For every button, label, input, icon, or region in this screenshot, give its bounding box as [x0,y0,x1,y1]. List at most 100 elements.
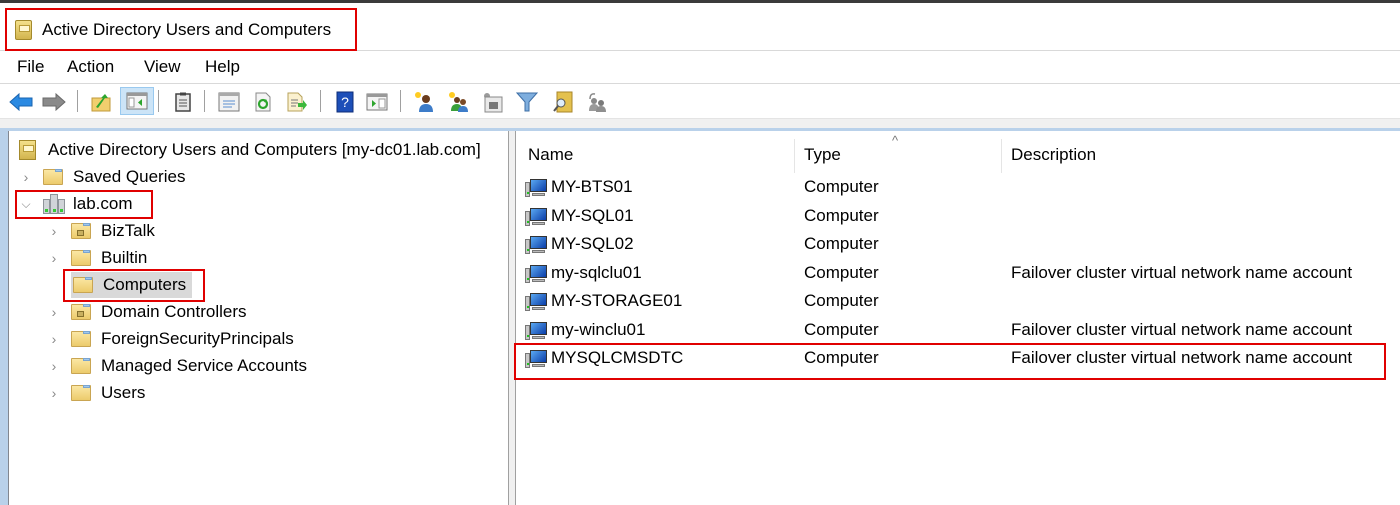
folder-icon [71,385,91,401]
new-group-icon [448,91,468,112]
refresh-button[interactable] [250,89,275,114]
domain-icon [43,194,65,214]
help-button[interactable]: ? [332,89,357,114]
add-to-group-button[interactable] [584,89,609,114]
show-hide-console-tree-button[interactable] [120,87,154,115]
list-header: Name Type ^ Description [516,131,1400,175]
tree-item-domain-controllers[interactable]: › Domain Controllers [47,299,247,325]
column-header-description[interactable]: Description [1011,145,1096,165]
new-user-icon [414,91,433,112]
chevron-right-icon[interactable]: › [47,250,61,266]
chevron-right-icon[interactable]: › [47,358,61,374]
cell-type: Computer [804,177,879,196]
back-arrow-icon [8,92,32,111]
tree-item-foreign-security-principals[interactable]: › ForeignSecurityPrincipals [47,326,294,352]
chevron-right-icon[interactable]: › [47,385,61,401]
chevron-down-icon[interactable]: ⌵ [19,197,33,211]
pane-splitter[interactable] [508,131,516,505]
forward-arrow-icon [42,92,66,111]
new-user-button[interactable] [412,89,437,114]
ou-folder-icon [71,304,91,320]
properties-button[interactable] [216,89,241,114]
toolbar: ? [0,84,1400,119]
tree-item-label: Managed Service Accounts [101,356,308,375]
list-row[interactable]: MY-STORAGE01 Computer [516,287,1400,315]
column-divider[interactable] [794,139,795,173]
left-window-edge [0,131,8,505]
tree-item-label: Users [101,383,146,402]
folder-icon [71,250,91,266]
tree-item-label: Computers [103,275,187,294]
menu-file[interactable]: File [15,57,46,77]
paste-button[interactable] [170,89,195,114]
export-list-icon [287,92,307,111]
menu-bar: File Action View Help [0,51,1400,84]
up-one-level-button[interactable] [88,89,113,114]
menu-action[interactable]: Action [65,57,116,77]
find-icon [552,91,572,112]
computer-icon [525,264,549,283]
list-row[interactable]: MY-SQL01 Computer [516,202,1400,230]
cell-name: my-winclu01 [551,320,646,339]
show-hide-action-pane-button[interactable] [364,89,389,114]
tree-item-managed-service-accounts[interactable]: › Managed Service Accounts [47,353,307,379]
filter-icon [515,92,538,111]
toolbar-bottom-strip [0,119,1400,128]
chevron-right-icon[interactable]: › [47,331,61,347]
chevron-right-icon[interactable]: › [47,223,61,239]
column-divider[interactable] [1001,139,1002,173]
tree-item-label: Builtin [101,248,148,267]
snapin-root-icon [19,140,36,160]
new-ou-icon [483,92,502,112]
folder-icon [71,331,91,347]
tree-root[interactable]: Active Directory Users and Computers [my… [19,137,481,163]
show-hide-action-pane-icon [366,93,387,110]
filter-button[interactable] [514,89,539,114]
menu-help[interactable]: Help [203,57,242,77]
tree-item-saved-queries[interactable]: › Saved Queries [19,164,186,190]
tree-item-builtin[interactable]: › Builtin [47,245,148,271]
chevron-right-icon[interactable]: › [19,169,33,185]
toolbar-separator [400,90,401,112]
chevron-right-icon[interactable]: › [47,304,61,320]
find-button[interactable] [550,89,575,114]
menu-view[interactable]: View [142,57,183,77]
sort-ascending-icon: ^ [892,133,899,148]
cell-type: Computer [804,234,879,253]
tree-item-biztalk[interactable]: › BizTalk [47,218,155,244]
tree-item-label: ForeignSecurityPrincipals [101,329,294,348]
cell-type: Computer [804,320,879,339]
list-row[interactable]: my-sqlclu01 Computer Failover cluster virt… [516,259,1400,287]
cell-type: Computer [804,206,879,225]
tree-item-users[interactable]: › Users [47,380,146,406]
toolbar-separator [204,90,205,112]
new-ou-button[interactable] [480,89,505,114]
help-icon: ? [336,91,353,112]
column-header-type[interactable]: Type [804,145,841,165]
up-one-level-icon [91,93,110,111]
cell-type: Computer [804,263,879,282]
toolbar-separator [77,90,78,112]
computer-icon [525,178,549,197]
back-button[interactable] [8,89,33,114]
export-list-button[interactable] [284,89,309,114]
forward-button[interactable] [41,89,66,114]
cell-name: MY-STORAGE01 [551,291,683,310]
list-row[interactable]: MY-SQL02 Computer [516,230,1400,258]
console-tree: Active Directory Users and Computers [my… [8,131,509,505]
list-row[interactable]: MY-BTS01 Computer [516,173,1400,201]
new-group-button[interactable] [446,89,471,114]
computer-icon [525,235,549,254]
svg-text:?: ? [341,94,349,110]
cell-name: MYSQLCMSDTC [551,348,684,367]
add-to-group-icon [588,92,606,112]
tree-item-label: BizTalk [101,221,155,240]
list-row[interactable]: my-winclu01 Computer Failover cluster virt… [516,316,1400,344]
tree-item-computers[interactable]: Computers [71,272,193,298]
tree-item-domain[interactable]: ⌵ lab.com [19,191,133,217]
list-row[interactable]: MYSQLCMSDTC Computer Failover cluster virt… [516,344,1400,372]
folder-icon [43,169,63,185]
column-header-name[interactable]: Name [528,145,573,165]
refresh-icon [255,92,270,111]
computer-icon [525,349,549,368]
